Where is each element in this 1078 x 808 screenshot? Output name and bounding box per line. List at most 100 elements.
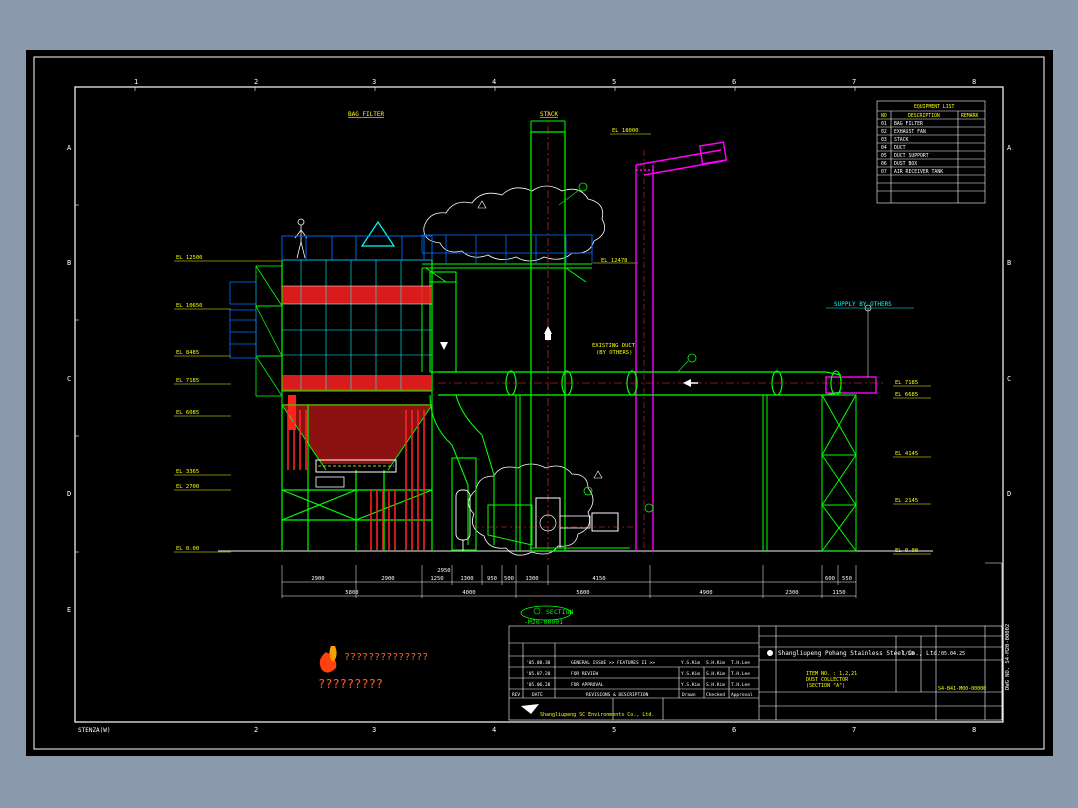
elev-left-6: EL 3365 [176, 469, 199, 475]
dim-u-1: 2900 [311, 576, 324, 582]
dim-l-5: 2300 [785, 590, 798, 596]
brand-logo: ?????????????? ????????? [318, 646, 428, 691]
bag-filter [229, 218, 433, 551]
equip-row-desc: DUCT SUPPORT [894, 153, 929, 159]
rev-header-drawn: Drawn [682, 692, 696, 698]
equip-row-no: 05 [881, 153, 887, 159]
row-d: D [67, 490, 71, 498]
col-8-bottom: 8 [972, 726, 976, 734]
col-8: 8 [972, 78, 976, 86]
revision-text: FOR REVIEW [571, 671, 598, 677]
platform-bridge [421, 263, 592, 372]
stack [530, 110, 588, 560]
dim-l-6: 1150 [832, 590, 845, 596]
elev-right-3: EL 6685 [895, 392, 918, 398]
revision-rows: '05.08.30 GENERAL ISSUE >> FEATURES II >>… [526, 660, 750, 688]
col-4-bottom: 4 [492, 726, 496, 734]
dim-u-3: 1250 [430, 576, 443, 582]
row-d-right: D [1007, 490, 1011, 498]
dim-u-7: 1300 [525, 576, 538, 582]
rev-header-desc: REVISIONS & DESCRIPTION [586, 692, 649, 698]
revision-date: '05.06.28 [526, 682, 551, 688]
elevations-right: EL 12478 EL 7185 EL 6685 EL 4145 EL 2145… [601, 128, 918, 554]
section-label: SECTION [546, 608, 573, 616]
title-block [508, 562, 1003, 721]
bottom-left-code: STENZA(W) [78, 727, 111, 734]
side-text: DWG NO. S4-M20-00002 [1005, 624, 1011, 690]
dimensions [281, 565, 857, 598]
rev-header-approval: Approval [731, 692, 753, 698]
rev-header-date: DATE [532, 692, 543, 698]
bag-filter-label: BAG FILTER [348, 111, 385, 118]
equip-row-desc: DUST BOX [894, 161, 917, 167]
equip-row-desc: BAG FILTER [894, 121, 923, 127]
dim-u-4: 1300 [460, 576, 473, 582]
outlet-duct [429, 271, 495, 551]
revision-date: '05.08.30 [526, 660, 551, 666]
equip-row-no: 06 [881, 161, 887, 167]
section-marker: SECTION -M20-00001 [520, 605, 573, 626]
item-title-3: (SECTION "A") [806, 683, 845, 689]
elev-left-5: EL 6085 [176, 410, 199, 416]
equip-header-no: NO [881, 113, 887, 119]
equip-row-desc: EXHAUST FAN [894, 129, 926, 135]
col-6: 6 [732, 78, 736, 86]
elev-left-7: EL 2700 [176, 484, 199, 490]
exhaust-fan [487, 486, 654, 549]
col-5-bottom: 5 [612, 726, 616, 734]
duct-supports [515, 394, 857, 552]
row-a: A [67, 144, 72, 152]
revision-b: S.H.Kim [706, 671, 725, 677]
col-3: 3 [372, 78, 376, 86]
elev-left-3: EL 8485 [176, 350, 199, 356]
equip-row-desc: AIR RECEIVER TANK [894, 169, 943, 175]
revision-a: Y.S.Kim [681, 682, 700, 688]
revision-b: S.H.Kim [706, 660, 725, 666]
revision-text: GENERAL ISSUE >> FEATURES II >> [571, 660, 655, 666]
revision-text: FOR APPROVAL [571, 682, 604, 688]
dim-u-8: 4150 [592, 576, 605, 582]
existing-duct-label: EXISTING DUCT [592, 343, 636, 349]
equipment-title: EQUIPMENT LIST [914, 104, 955, 110]
row-b: B [67, 259, 71, 267]
row-c: C [67, 375, 71, 383]
dim-l-2: 4000 [462, 590, 475, 596]
drawing-no: S4-B41-M00-00000 [938, 686, 986, 692]
equip-header-desc: DESCRIPTION [908, 113, 940, 119]
elev-right-2: EL 7185 [895, 380, 918, 386]
equip-row-desc: STACK [894, 137, 909, 143]
revision-a: Y.S.Kim [681, 671, 700, 677]
equip-row-no: 07 [881, 169, 887, 175]
equip-header-remark: REMARK [961, 113, 978, 119]
col-7: 7 [852, 78, 856, 86]
brand-text: ?????????????? [344, 652, 428, 663]
col-2-bottom: 2 [254, 726, 258, 734]
company-top: Shangliupeng Pohang Stainless Steel Co.,… [778, 650, 941, 657]
outer-border [33, 56, 1045, 750]
dim-u-2: 2900 [381, 576, 394, 582]
existing-duct-label-2: (BY OTHERS) [596, 350, 632, 356]
equip-row-desc: DUCT [894, 145, 906, 151]
drawing-canvas: 1 2 3 4 5 6 7 8 2 3 4 5 6 7 8 A B C D E … [26, 50, 1053, 756]
revision-c: T.H.Lee [731, 682, 750, 688]
scale-value: 1/50 [902, 651, 914, 657]
existing-duct [635, 141, 877, 551]
dim-u-6: 500 [504, 576, 514, 582]
elevations-left: EL 12500 EL 10650 EL 8485 EL 7185 EL 608… [176, 255, 203, 552]
rev-header-rev: REV [512, 692, 520, 698]
col-5: 5 [612, 78, 616, 86]
brand-subtext: ????????? [318, 677, 383, 691]
supply-label: SUPPLY BY OTHERS [834, 301, 892, 308]
date-value: '05.04.25 [938, 651, 965, 657]
elev-right-6: EL 0.00 [895, 548, 918, 554]
col-3-bottom: 3 [372, 726, 376, 734]
company-bottom: Shangliupeng SC Environments Co., Ltd. [540, 712, 654, 718]
dim-l-3: 5800 [576, 590, 589, 596]
equip-row-no: 03 [881, 137, 887, 143]
equip-row-no: 01 [881, 121, 887, 127]
revision-c: T.H.Lee [731, 660, 750, 666]
col-7-bottom: 7 [852, 726, 856, 734]
dim-u-5: 950 [487, 576, 497, 582]
revision-cloud-top [423, 185, 606, 262]
stack-top-elev: EL 18000 [612, 128, 639, 134]
